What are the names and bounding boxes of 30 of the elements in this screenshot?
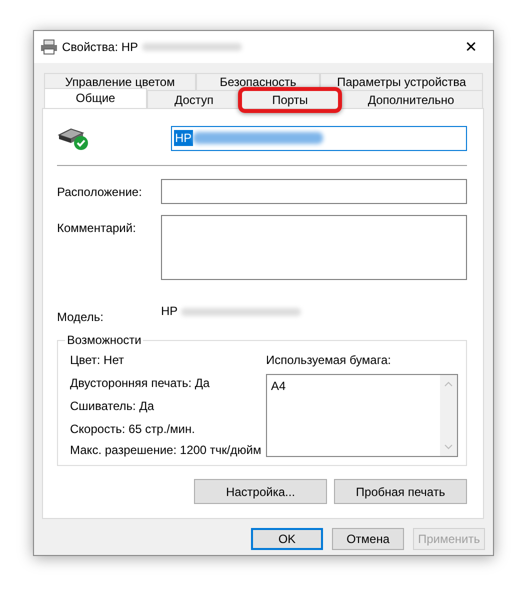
button[interactable]: Настройка... [194, 479, 327, 504]
feature-text: Скорость: 65 стр./мин. [70, 422, 196, 436]
tab[interactable]: Управление цветом [44, 73, 196, 90]
close-button[interactable]: ✕ [449, 32, 493, 62]
button[interactable]: Пробная печать [334, 479, 467, 504]
comment-field[interactable] [161, 215, 467, 280]
field-label: Расположение: [57, 184, 143, 199]
scroll-up-icon[interactable] [444, 381, 453, 387]
scroll-down-icon[interactable] [444, 444, 453, 450]
printer-name-field[interactable]: HP [171, 126, 467, 150]
feature-text: Сшиватель: Да [70, 399, 156, 413]
list-item[interactable]: A4 [271, 379, 286, 393]
feature-text: Макс. разрешение: 1200 тчк/дюйм [70, 443, 262, 457]
tab[interactable]: Доступ [147, 90, 241, 108]
group-title: Возможности [65, 333, 144, 347]
tab[interactable]: Параметры устройства [320, 73, 483, 90]
feature-text: Двусторонняя печать: Да [70, 376, 211, 390]
field-label: Комментарий: [57, 220, 137, 235]
paper-label: Используемая бумага: [266, 353, 392, 367]
window-title: Свойства: HP [62, 40, 138, 54]
location-field[interactable] [161, 179, 467, 204]
tab[interactable]: Общие [44, 88, 147, 108]
tab[interactable]: Дополнительно [339, 90, 483, 108]
paper-list[interactable]: A4 [266, 374, 458, 457]
scrollbar[interactable] [440, 375, 457, 456]
feature-text: Цвет: Нет [70, 353, 125, 367]
printer-icon [40, 39, 58, 55]
button[interactable]: OK [251, 528, 323, 550]
button[interactable]: Отмена [332, 528, 404, 550]
field-label: Модель: [57, 309, 104, 324]
